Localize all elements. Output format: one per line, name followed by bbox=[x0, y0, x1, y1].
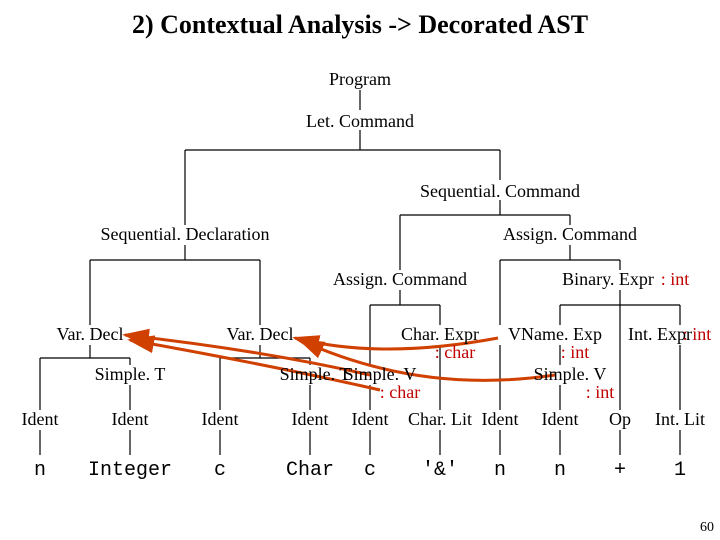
ast-diagram: Program Let. Command Sequential. Command… bbox=[0, 0, 720, 540]
type-vnameexp: : int bbox=[561, 342, 590, 362]
node-letcommand: Let. Command bbox=[306, 111, 414, 131]
leaf-c1: c bbox=[214, 459, 226, 482]
node-ident2: Ident bbox=[112, 409, 149, 429]
node-simplev2: Simple. V bbox=[534, 364, 607, 384]
node-assign-right: Assign. Command bbox=[503, 224, 637, 244]
node-ident3: Ident bbox=[202, 409, 239, 429]
node-op: Op bbox=[609, 409, 631, 429]
node-binexpr: Binary. Expr bbox=[562, 269, 654, 289]
node-vardecl1: Var. Decl bbox=[57, 324, 124, 344]
type-simplev2: : int bbox=[586, 382, 615, 402]
leaf-one: 1 bbox=[674, 459, 686, 482]
node-simplet1: Simple. T bbox=[95, 364, 166, 384]
node-charlit: Char. Lit bbox=[408, 409, 472, 429]
node-ident7: Ident bbox=[542, 409, 579, 429]
node-assign-left: Assign. Command bbox=[333, 269, 467, 289]
node-ident6: Ident bbox=[482, 409, 519, 429]
leaf-c2: c bbox=[364, 459, 376, 482]
node-seqcmd: Sequential. Command bbox=[420, 181, 580, 201]
type-binexpr: : int bbox=[661, 269, 690, 289]
node-simplet2: Simple. T bbox=[280, 364, 351, 384]
node-ident4: Ident bbox=[292, 409, 329, 429]
node-simplev1: Simple. V bbox=[344, 364, 417, 384]
leaf-n3: n bbox=[554, 459, 566, 482]
type-intexpr: : int bbox=[683, 324, 712, 344]
leaf-n2: n bbox=[494, 459, 506, 482]
node-ident1: Ident bbox=[22, 409, 59, 429]
leaf-plus: + bbox=[614, 459, 626, 482]
type-simplev1: : char bbox=[380, 382, 420, 402]
leaf-amp: '&' bbox=[422, 459, 458, 482]
node-intlit: Int. Lit bbox=[655, 409, 705, 429]
node-vnameexp: VName. Exp bbox=[508, 324, 602, 344]
type-charexpr: : char bbox=[435, 342, 475, 362]
node-vardecl2: Var. Decl bbox=[227, 324, 294, 344]
leaf-integer: Integer bbox=[88, 459, 172, 482]
node-ident5: Ident bbox=[352, 409, 389, 429]
node-charexpr: Char. Expr bbox=[401, 324, 479, 344]
node-program: Program bbox=[329, 69, 391, 89]
leaf-char: Char bbox=[286, 459, 334, 482]
page-number: 60 bbox=[700, 520, 714, 536]
node-seqdecl: Sequential. Declaration bbox=[101, 224, 270, 244]
leaf-n1: n bbox=[34, 459, 46, 482]
